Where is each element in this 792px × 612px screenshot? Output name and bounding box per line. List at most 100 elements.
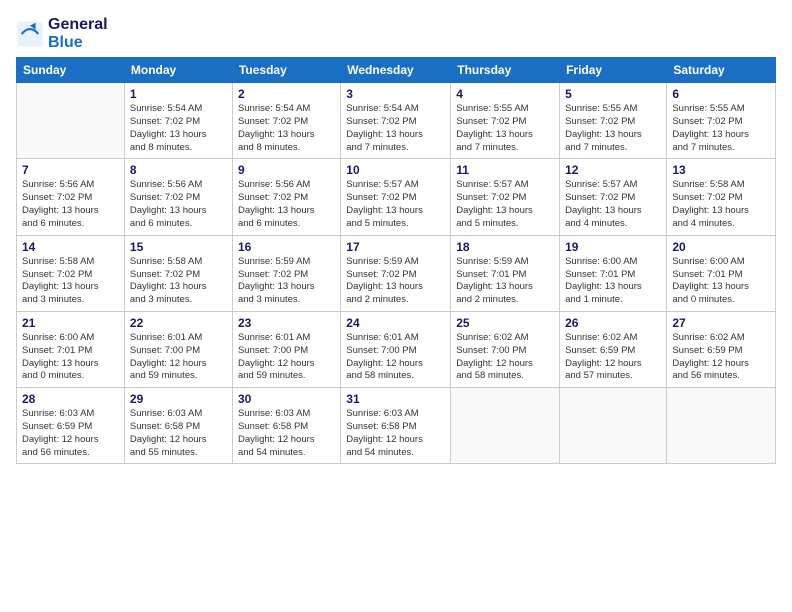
calendar-week-row: 14 Sunrise: 5:58 AM Sunset: 7:02 PM Dayli…: [17, 235, 776, 311]
day-info: Sunrise: 5:57 AM Sunset: 7:02 PM Dayligh…: [456, 179, 554, 230]
day-number: 22: [130, 316, 227, 330]
day-info: Sunrise: 6:00 AM Sunset: 7:01 PM Dayligh…: [22, 332, 119, 383]
logo: General Blue: [16, 16, 108, 51]
day-info: Sunrise: 5:58 AM Sunset: 7:02 PM Dayligh…: [130, 256, 227, 307]
calendar-cell: [17, 83, 125, 159]
day-number: 5: [565, 87, 661, 101]
day-number: 9: [238, 163, 335, 177]
day-info: Sunrise: 6:02 AM Sunset: 6:59 PM Dayligh…: [672, 332, 770, 383]
day-info: Sunrise: 6:03 AM Sunset: 6:58 PM Dayligh…: [346, 408, 445, 459]
day-number: 2: [238, 87, 335, 101]
calendar-cell: 18 Sunrise: 5:59 AM Sunset: 7:01 PM Dayli…: [451, 235, 560, 311]
calendar-cell: 8Sunrise: 5:56 AM Sunset: 7:02 PM Daylig…: [124, 159, 232, 235]
weekday-header-sunday: Sunday: [17, 58, 125, 83]
day-info: Sunrise: 5:59 AM Sunset: 7:02 PM Dayligh…: [346, 256, 445, 307]
calendar-cell: 20 Sunrise: 6:00 AM Sunset: 7:01 PM Dayli…: [667, 235, 776, 311]
calendar-week-row: 1 Sunrise: 5:54 AM Sunset: 7:02 PM Daylig…: [17, 83, 776, 159]
day-info: Sunrise: 5:54 AM Sunset: 7:02 PM Dayligh…: [346, 103, 445, 154]
calendar-cell: 7Sunrise: 5:56 AM Sunset: 7:02 PM Daylig…: [17, 159, 125, 235]
day-number: 10: [346, 163, 445, 177]
day-number: 16: [238, 240, 335, 254]
calendar-cell: 24 Sunrise: 6:01 AM Sunset: 7:00 PM Dayli…: [341, 311, 451, 387]
calendar-cell: 15 Sunrise: 5:58 AM Sunset: 7:02 PM Dayli…: [124, 235, 232, 311]
day-info: Sunrise: 6:03 AM Sunset: 6:58 PM Dayligh…: [238, 408, 335, 459]
day-number: 15: [130, 240, 227, 254]
day-info: Sunrise: 6:00 AM Sunset: 7:01 PM Dayligh…: [565, 256, 661, 307]
day-info: Sunrise: 6:02 AM Sunset: 6:59 PM Dayligh…: [565, 332, 661, 383]
day-info: Sunrise: 5:57 AM Sunset: 7:02 PM Dayligh…: [565, 179, 661, 230]
day-number: 6: [672, 87, 770, 101]
calendar-cell: 4Sunrise: 5:55 AM Sunset: 7:02 PM Daylig…: [451, 83, 560, 159]
weekday-header-friday: Friday: [560, 58, 667, 83]
header-row: General Blue: [16, 16, 776, 51]
calendar-week-row: 21 Sunrise: 6:00 AM Sunset: 7:01 PM Dayli…: [17, 311, 776, 387]
logo-text: General Blue: [48, 16, 108, 51]
calendar-cell: 9 Sunrise: 5:56 AM Sunset: 7:02 PM Daylig…: [232, 159, 340, 235]
calendar-cell: [667, 388, 776, 464]
day-number: 24: [346, 316, 445, 330]
calendar-table: SundayMondayTuesdayWednesdayThursdayFrid…: [16, 57, 776, 464]
calendar-cell: 22 Sunrise: 6:01 AM Sunset: 7:00 PM Dayli…: [124, 311, 232, 387]
day-number: 30: [238, 392, 335, 406]
calendar-cell: 12 Sunrise: 5:57 AM Sunset: 7:02 PM Dayli…: [560, 159, 667, 235]
calendar-cell: 23Sunrise: 6:01 AM Sunset: 7:00 PM Dayli…: [232, 311, 340, 387]
day-number: 4: [456, 87, 554, 101]
calendar-cell: 16 Sunrise: 5:59 AM Sunset: 7:02 PM Dayli…: [232, 235, 340, 311]
weekday-header-wednesday: Wednesday: [341, 58, 451, 83]
calendar-cell: 3 Sunrise: 5:54 AM Sunset: 7:02 PM Daylig…: [341, 83, 451, 159]
day-info: Sunrise: 5:55 AM Sunset: 7:02 PM Dayligh…: [565, 103, 661, 154]
day-info: Sunrise: 5:58 AM Sunset: 7:02 PM Dayligh…: [672, 179, 770, 230]
day-number: 12: [565, 163, 661, 177]
calendar-cell: 28 Sunrise: 6:03 AM Sunset: 6:59 PM Dayli…: [17, 388, 125, 464]
calendar-cell: 29Sunrise: 6:03 AM Sunset: 6:58 PM Dayli…: [124, 388, 232, 464]
day-info: Sunrise: 6:01 AM Sunset: 7:00 PM Dayligh…: [346, 332, 445, 383]
calendar-cell: 6Sunrise: 5:55 AM Sunset: 7:02 PM Daylig…: [667, 83, 776, 159]
day-number: 3: [346, 87, 445, 101]
day-info: Sunrise: 5:54 AM Sunset: 7:02 PM Dayligh…: [238, 103, 335, 154]
weekday-header-row: SundayMondayTuesdayWednesdayThursdayFrid…: [17, 58, 776, 83]
logo-icon: [16, 20, 44, 48]
day-number: 8: [130, 163, 227, 177]
day-info: Sunrise: 5:59 AM Sunset: 7:02 PM Dayligh…: [238, 256, 335, 307]
main-container: General Blue SundayMondayTuesdayWednesda…: [0, 0, 792, 474]
calendar-cell: 27 Sunrise: 6:02 AM Sunset: 6:59 PM Dayli…: [667, 311, 776, 387]
weekday-header-monday: Monday: [124, 58, 232, 83]
day-info: Sunrise: 5:58 AM Sunset: 7:02 PM Dayligh…: [22, 256, 119, 307]
day-number: 31: [346, 392, 445, 406]
calendar-cell: [451, 388, 560, 464]
day-info: Sunrise: 5:54 AM Sunset: 7:02 PM Dayligh…: [130, 103, 227, 154]
calendar-week-row: 28 Sunrise: 6:03 AM Sunset: 6:59 PM Dayli…: [17, 388, 776, 464]
calendar-cell: 2 Sunrise: 5:54 AM Sunset: 7:02 PM Daylig…: [232, 83, 340, 159]
weekday-header-thursday: Thursday: [451, 58, 560, 83]
day-number: 21: [22, 316, 119, 330]
day-info: Sunrise: 6:03 AM Sunset: 6:59 PM Dayligh…: [22, 408, 119, 459]
calendar-cell: 5 Sunrise: 5:55 AM Sunset: 7:02 PM Daylig…: [560, 83, 667, 159]
day-number: 28: [22, 392, 119, 406]
weekday-header-tuesday: Tuesday: [232, 58, 340, 83]
day-info: Sunrise: 5:56 AM Sunset: 7:02 PM Dayligh…: [238, 179, 335, 230]
day-info: Sunrise: 6:02 AM Sunset: 7:00 PM Dayligh…: [456, 332, 554, 383]
calendar-cell: 31 Sunrise: 6:03 AM Sunset: 6:58 PM Dayli…: [341, 388, 451, 464]
day-number: 14: [22, 240, 119, 254]
calendar-cell: 10 Sunrise: 5:57 AM Sunset: 7:02 PM Dayli…: [341, 159, 451, 235]
calendar-cell: 17 Sunrise: 5:59 AM Sunset: 7:02 PM Dayli…: [341, 235, 451, 311]
day-number: 18: [456, 240, 554, 254]
day-info: Sunrise: 6:01 AM Sunset: 7:00 PM Dayligh…: [130, 332, 227, 383]
day-number: 26: [565, 316, 661, 330]
day-number: 13: [672, 163, 770, 177]
day-number: 20: [672, 240, 770, 254]
day-info: Sunrise: 5:59 AM Sunset: 7:01 PM Dayligh…: [456, 256, 554, 307]
day-number: 27: [672, 316, 770, 330]
calendar-week-row: 7Sunrise: 5:56 AM Sunset: 7:02 PM Daylig…: [17, 159, 776, 235]
calendar-cell: 21 Sunrise: 6:00 AM Sunset: 7:01 PM Dayli…: [17, 311, 125, 387]
day-info: Sunrise: 6:00 AM Sunset: 7:01 PM Dayligh…: [672, 256, 770, 307]
calendar-cell: 19Sunrise: 6:00 AM Sunset: 7:01 PM Dayli…: [560, 235, 667, 311]
day-number: 1: [130, 87, 227, 101]
calendar-cell: 25Sunrise: 6:02 AM Sunset: 7:00 PM Dayli…: [451, 311, 560, 387]
day-number: 17: [346, 240, 445, 254]
day-number: 11: [456, 163, 554, 177]
calendar-cell: 11 Sunrise: 5:57 AM Sunset: 7:02 PM Dayli…: [451, 159, 560, 235]
calendar-cell: 30 Sunrise: 6:03 AM Sunset: 6:58 PM Dayli…: [232, 388, 340, 464]
day-info: Sunrise: 6:01 AM Sunset: 7:00 PM Dayligh…: [238, 332, 335, 383]
day-info: Sunrise: 5:57 AM Sunset: 7:02 PM Dayligh…: [346, 179, 445, 230]
